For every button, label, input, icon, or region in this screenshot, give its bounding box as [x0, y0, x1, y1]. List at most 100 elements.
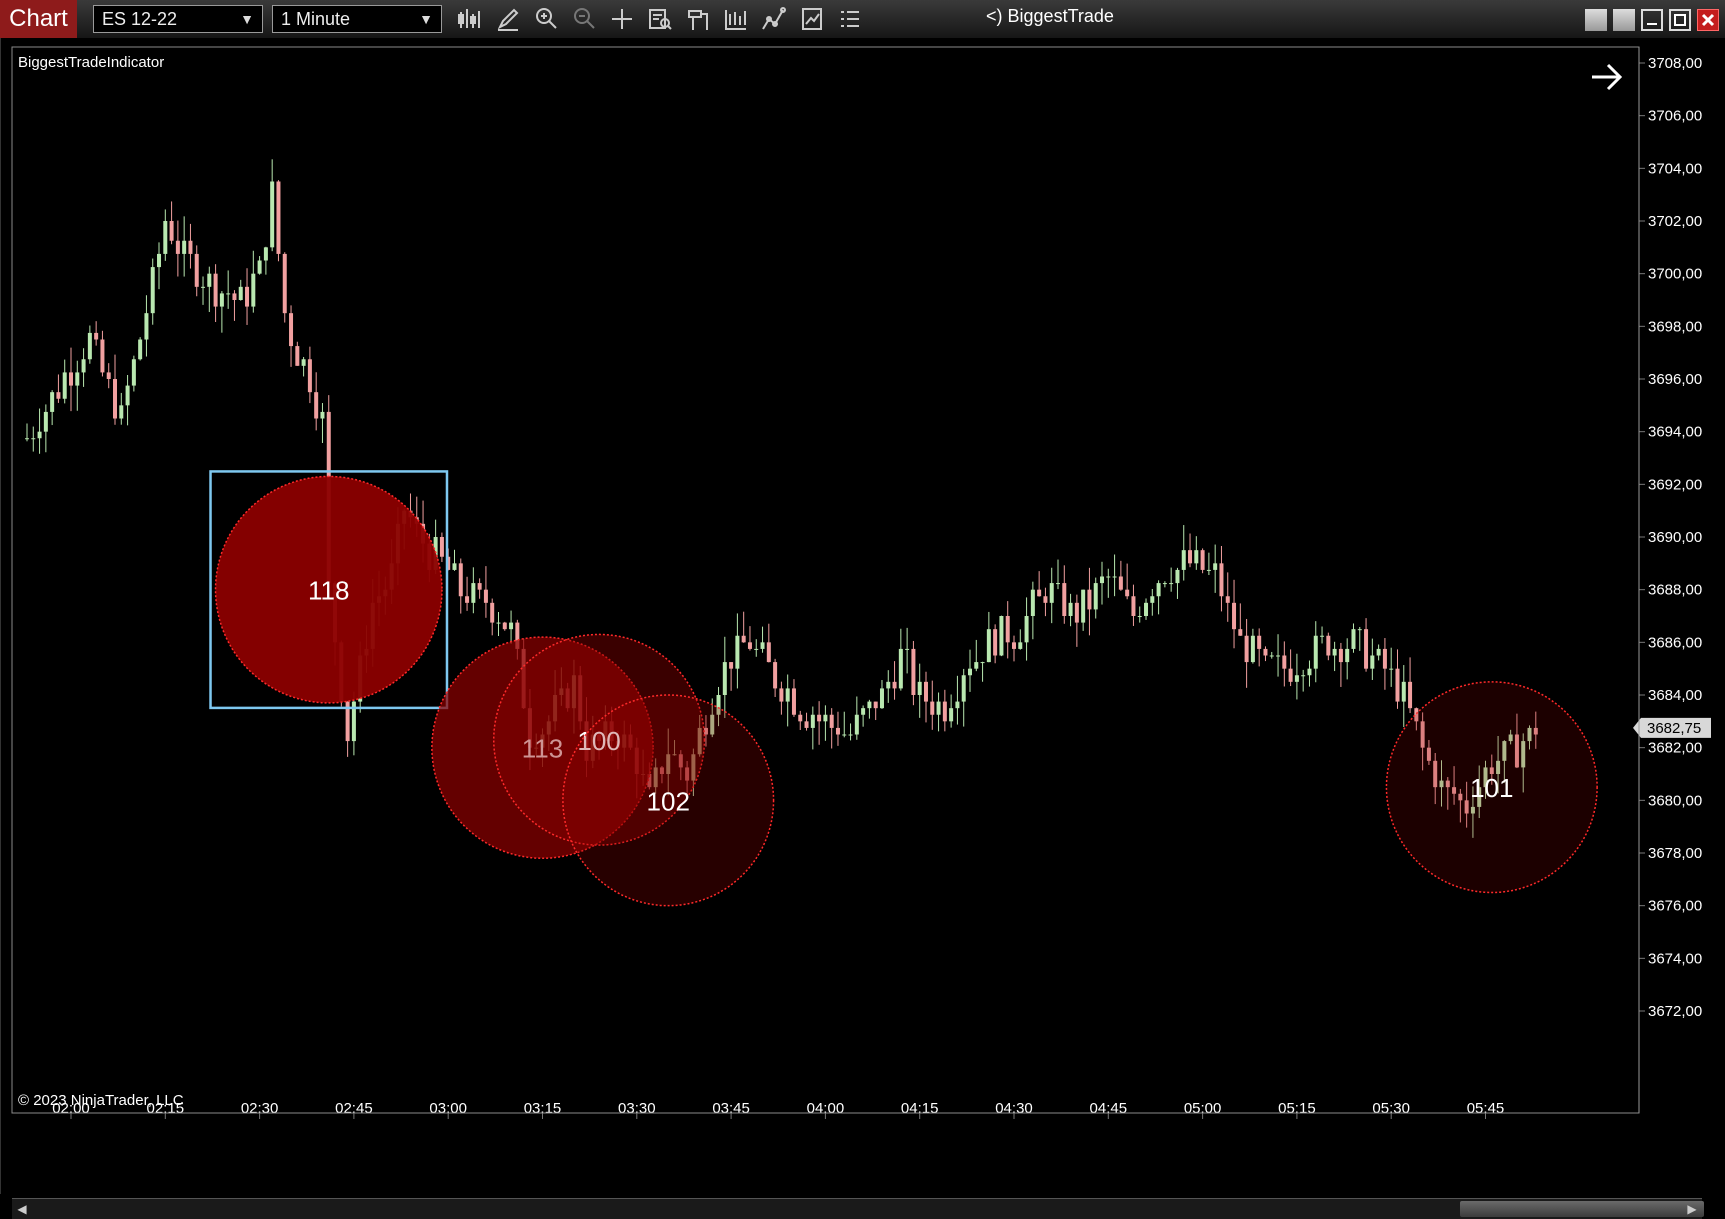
indicator-title[interactable]: <) BiggestTrade [986, 6, 1114, 27]
properties-icon[interactable] [683, 4, 713, 34]
scroll-right-icon[interactable]: ▶ [1684, 1200, 1700, 1218]
candle-body [1068, 602, 1073, 616]
candle [936, 692, 941, 732]
trade-bubble[interactable]: 102 [562, 694, 775, 907]
candle [942, 689, 947, 732]
candle [1307, 660, 1312, 687]
candle [911, 640, 916, 706]
candle [1175, 567, 1180, 599]
horizontal-scrollbar[interactable]: ◀ ▶ [12, 1198, 1704, 1219]
candle [917, 663, 922, 718]
minimize-icon[interactable] [1641, 9, 1663, 31]
candle-body [917, 681, 922, 695]
chart-tab[interactable]: Chart [0, 0, 77, 38]
candle-body [465, 596, 470, 603]
candle [157, 242, 162, 290]
arrow-right-icon[interactable] [1592, 63, 1623, 91]
candle-body [1313, 635, 1318, 669]
candle [886, 670, 891, 703]
candle [905, 627, 910, 674]
candle [1005, 601, 1010, 659]
close-icon[interactable] [1697, 9, 1719, 31]
candle-body [477, 583, 482, 590]
candle [955, 675, 960, 725]
chart-panel[interactable]: 118 113 100 102 101 3708,00 3706,00 3704,00 370… [0, 38, 1725, 1219]
candle [1056, 559, 1061, 590]
tile-icon[interactable] [1585, 9, 1607, 31]
candle [163, 209, 168, 261]
instrument-selector[interactable]: ES 12-22 ▼ [93, 5, 263, 33]
candle-body [163, 221, 168, 254]
candle-body [295, 346, 300, 366]
candle-body [502, 622, 507, 630]
bar-type-icon[interactable] [455, 4, 485, 34]
candle [1024, 597, 1029, 661]
chart-trader-icon[interactable] [797, 4, 827, 34]
indicator-label: BiggestTradeIndicator [18, 54, 164, 71]
maximize-icon[interactable] [1669, 9, 1691, 31]
candle [773, 658, 778, 697]
time-label: 02:30 [241, 1100, 279, 1117]
candle [131, 355, 136, 392]
candle-body [1018, 642, 1023, 649]
candle [760, 626, 765, 653]
scroll-left-icon[interactable]: ◀ [14, 1200, 30, 1218]
zoom-in-icon[interactable] [531, 4, 561, 34]
candle [754, 639, 759, 657]
scroll-thumb[interactable] [1460, 1201, 1704, 1217]
drawing-tools-icon[interactable] [759, 4, 789, 34]
candle [1043, 587, 1048, 617]
candle [314, 372, 319, 431]
instrument-value: ES 12-22 [102, 9, 178, 29]
time-label: 03:15 [524, 1100, 562, 1117]
candle [56, 374, 61, 403]
candle [263, 246, 268, 275]
candle [295, 341, 300, 366]
time-label: 04:30 [995, 1100, 1033, 1117]
candle [1213, 544, 1218, 593]
candle-body [509, 622, 514, 630]
price-label: 3708,00 [1648, 55, 1702, 72]
draw-icon[interactable] [493, 4, 523, 34]
restore-icon[interactable] [1613, 9, 1635, 31]
data-box-icon[interactable] [645, 4, 675, 34]
candle-body [1112, 576, 1117, 578]
candle-body [1125, 589, 1130, 597]
strategies-icon[interactable] [721, 4, 751, 34]
copyright: © 2023 NinjaTrader, LLC [18, 1092, 184, 1109]
candle-body [1030, 589, 1035, 616]
candle [232, 290, 237, 321]
candle-body [238, 286, 243, 300]
candle-body [496, 622, 501, 624]
candle-body [213, 273, 218, 307]
candle [245, 268, 250, 325]
candle [1250, 628, 1255, 664]
candle-body [245, 286, 250, 307]
candle-body [1012, 642, 1016, 649]
crosshair-icon[interactable] [607, 4, 637, 34]
trade-bubble[interactable]: 101 [1385, 681, 1598, 894]
candle [169, 201, 174, 245]
candle [150, 258, 155, 325]
price-chart[interactable]: 118113 100102 101 3708,003706,003704,00370… [1, 38, 1725, 1194]
price-label: 3674,00 [1648, 950, 1702, 967]
candle [320, 403, 325, 443]
trade-bubble[interactable]: 118 [209, 470, 449, 710]
candle [81, 348, 86, 387]
candle-body [1181, 550, 1186, 570]
candle [804, 712, 809, 731]
time-label: 02:45 [335, 1100, 373, 1117]
candle-body [905, 648, 910, 650]
candle-body [144, 313, 149, 340]
candle [483, 566, 488, 618]
candle-body [1200, 550, 1205, 570]
list-icon[interactable] [835, 4, 865, 34]
zoom-out-icon[interactable] [569, 4, 599, 34]
candle-body [823, 714, 828, 722]
candle [251, 250, 256, 313]
interval-selector[interactable]: 1 Minute ▼ [272, 5, 442, 33]
candle-body [1276, 655, 1281, 657]
candle-body [773, 662, 778, 689]
candle-body [1206, 569, 1211, 571]
candle [1238, 603, 1243, 636]
